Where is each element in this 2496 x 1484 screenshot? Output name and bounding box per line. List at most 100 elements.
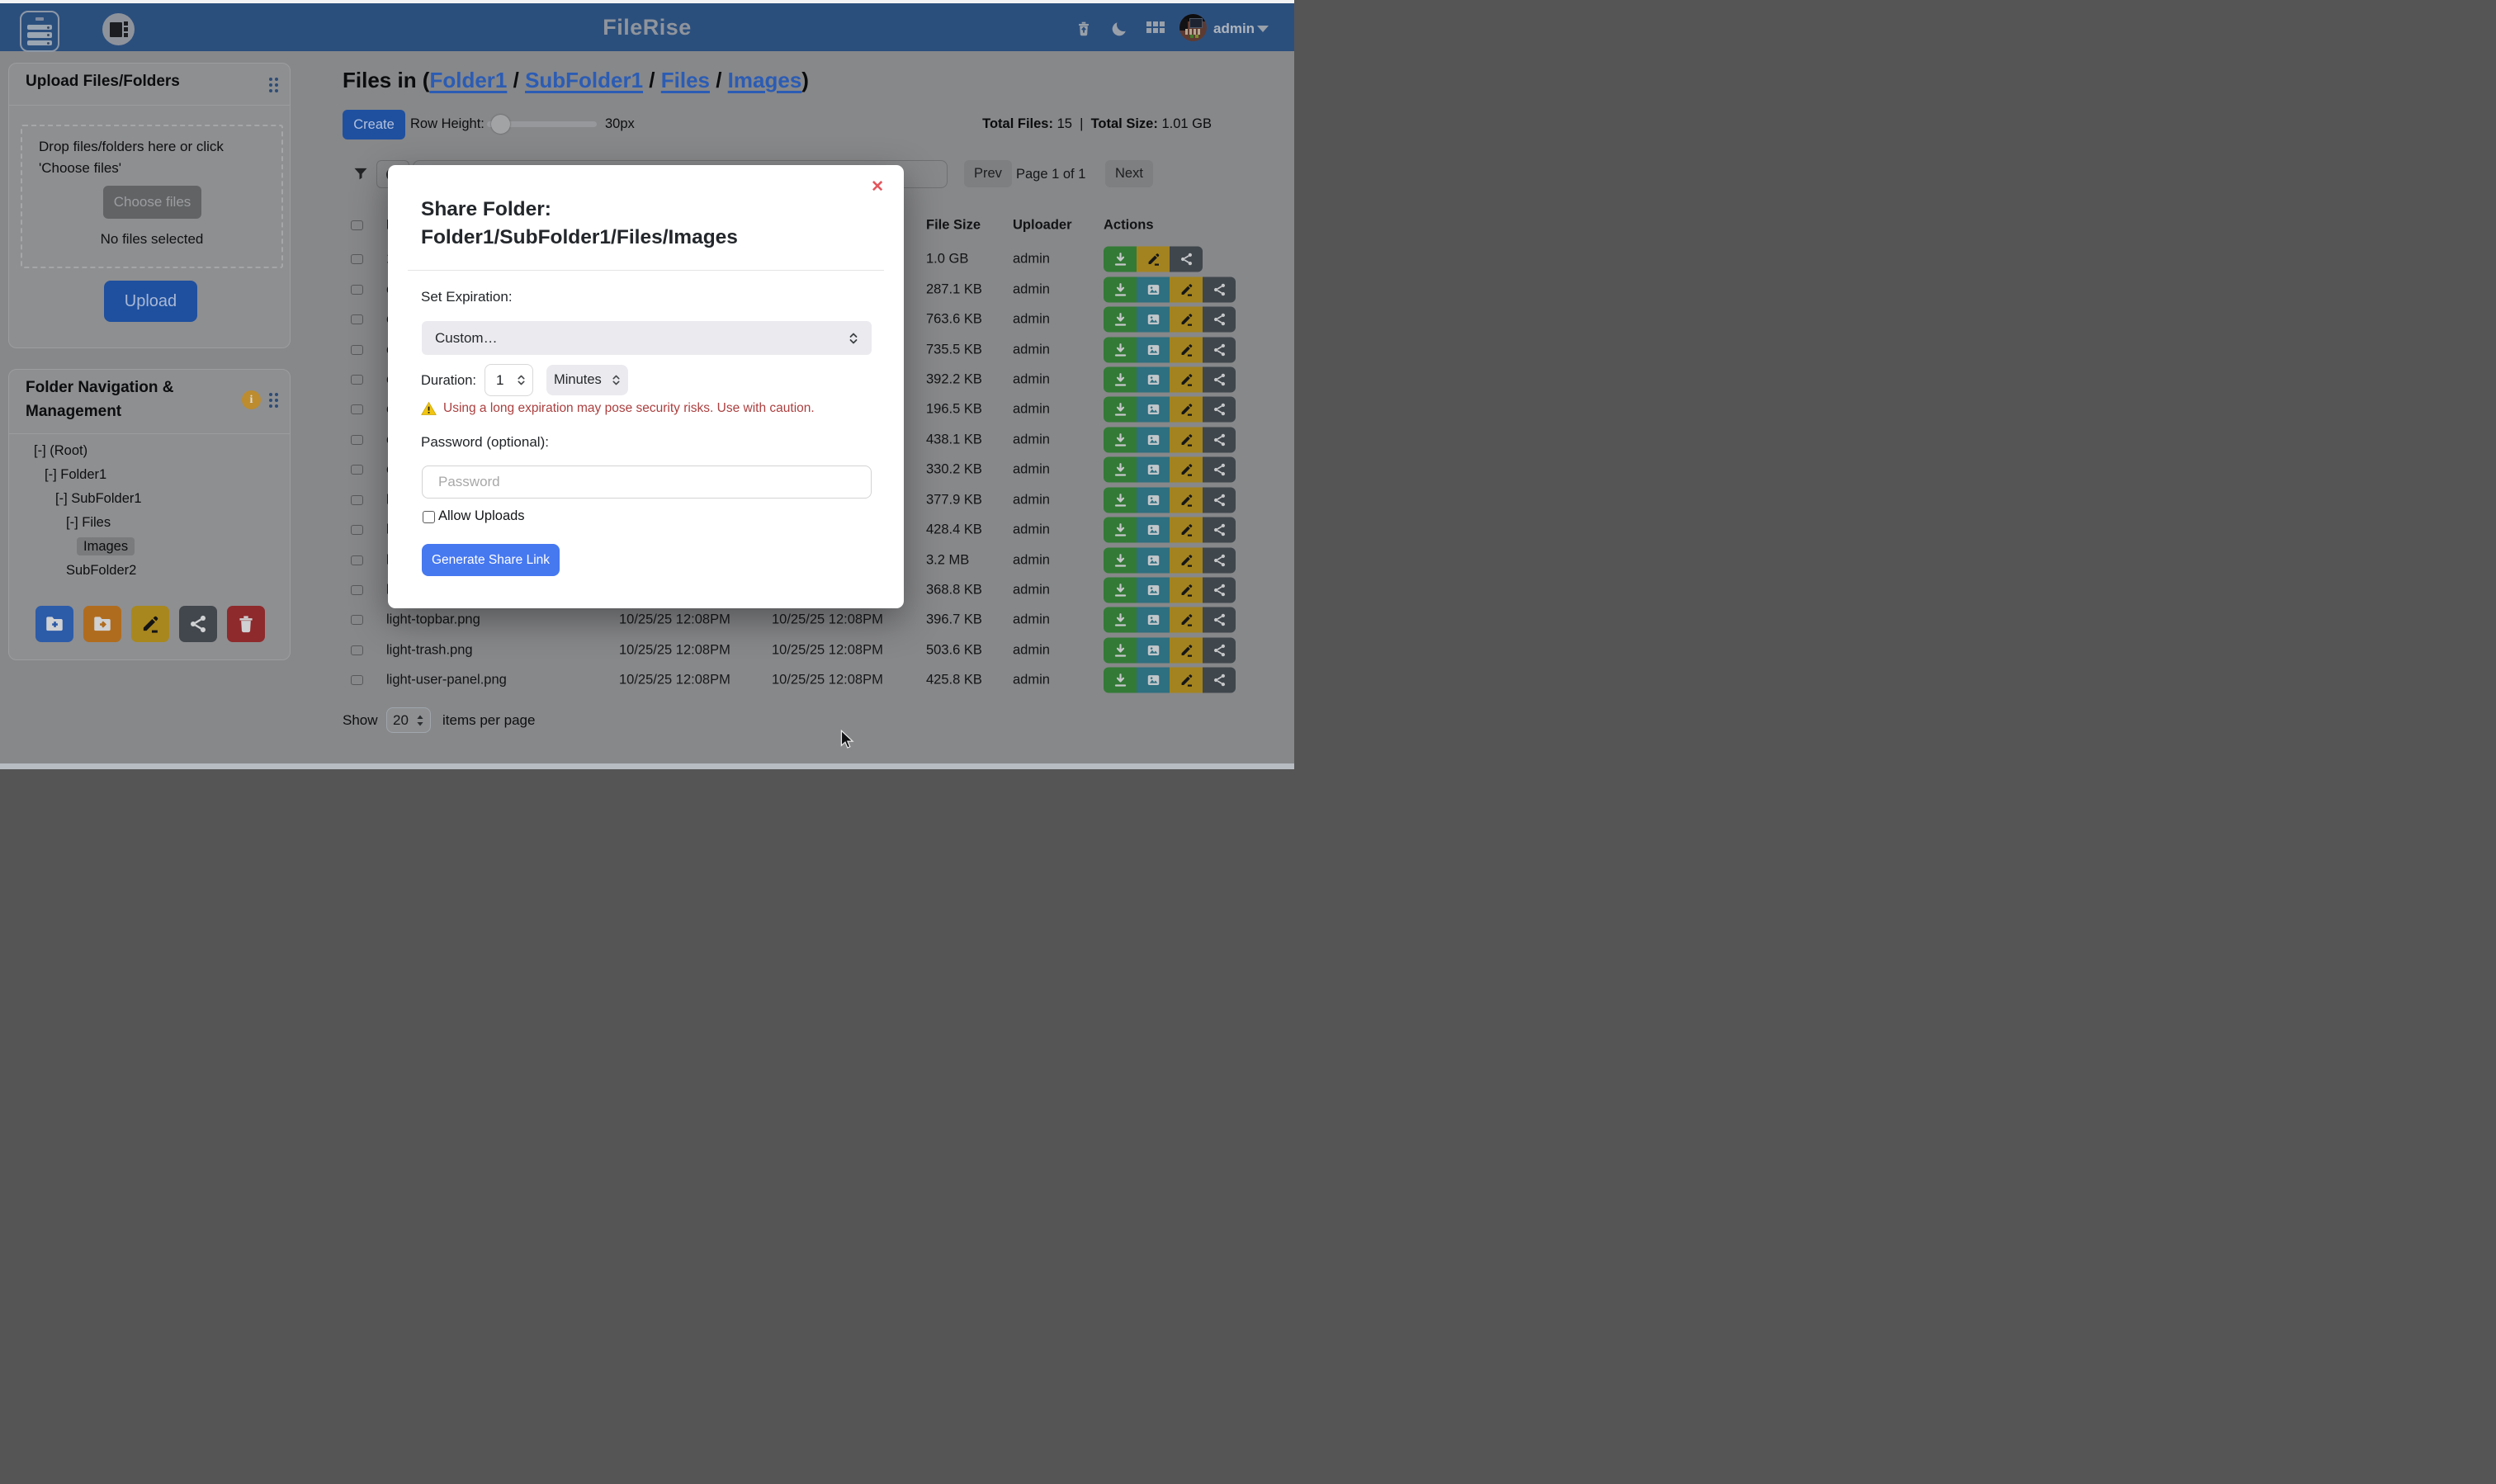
allow-uploads-checkbox[interactable] (423, 511, 435, 523)
expiration-select[interactable]: Custom… (422, 321, 872, 355)
number-stepper-icon[interactable] (517, 373, 526, 387)
rename-action-button[interactable] (1170, 637, 1203, 663)
preview-action-button[interactable] (1137, 547, 1170, 573)
preview-action-button[interactable] (1137, 397, 1170, 423)
share-action-button[interactable] (1203, 578, 1236, 603)
preview-action-button[interactable] (1137, 668, 1170, 693)
share-action-button[interactable] (1203, 607, 1236, 633)
column-file-size[interactable]: File Size (926, 218, 981, 234)
row-checkbox[interactable] (351, 435, 363, 445)
preview-action-button[interactable] (1137, 366, 1170, 392)
rename-action-button[interactable] (1170, 397, 1203, 423)
delete-folder-button[interactable] (227, 606, 265, 642)
drag-handle-icon[interactable] (269, 78, 278, 92)
duration-unit-select[interactable]: Minutes (546, 365, 628, 395)
file-name[interactable]: light-user-panel.png (386, 673, 507, 688)
download-action-button[interactable] (1104, 607, 1137, 633)
generate-share-link-button[interactable]: Generate Share Link (422, 544, 560, 576)
tree-item[interactable]: [-] (Root) (17, 439, 281, 463)
download-action-button[interactable] (1104, 487, 1137, 513)
column-uploader[interactable]: Uploader (1013, 218, 1072, 234)
create-folder-button[interactable] (35, 606, 73, 642)
download-action-button[interactable] (1104, 397, 1137, 423)
breadcrumb-link-folder1[interactable]: Folder1 (429, 68, 507, 92)
prev-page-button[interactable]: Prev (964, 160, 1012, 187)
download-action-button[interactable] (1104, 547, 1137, 573)
share-action-button[interactable] (1170, 247, 1203, 272)
row-checkbox[interactable] (351, 645, 363, 655)
rename-action-button[interactable] (1170, 487, 1203, 513)
row-checkbox[interactable] (351, 345, 363, 355)
items-per-page-select[interactable]: 20 (386, 707, 431, 733)
rename-action-button[interactable] (1170, 607, 1203, 633)
tree-item[interactable]: Images (17, 535, 281, 559)
preview-action-button[interactable] (1137, 578, 1170, 603)
preview-action-button[interactable] (1137, 607, 1170, 633)
breadcrumb-link-images[interactable]: Images (728, 68, 802, 92)
download-action-button[interactable] (1104, 337, 1137, 362)
row-checkbox[interactable] (351, 585, 363, 595)
file-name[interactable]: light-topbar.png (386, 612, 480, 628)
file-name[interactable]: light-trash.png (386, 642, 473, 658)
trash-restore-icon[interactable] (1075, 20, 1093, 38)
allow-uploads-label[interactable]: Allow Uploads (438, 508, 525, 524)
download-action-button[interactable] (1104, 637, 1137, 663)
dark-mode-moon-icon[interactable] (1110, 20, 1128, 38)
download-action-button[interactable] (1104, 307, 1137, 333)
rename-action-button[interactable] (1170, 276, 1203, 302)
rename-action-button[interactable] (1170, 337, 1203, 362)
avatar[interactable] (1179, 14, 1207, 41)
info-icon[interactable]: i (242, 390, 261, 409)
row-checkbox[interactable] (351, 314, 363, 324)
rename-action-button[interactable] (1170, 457, 1203, 483)
rename-action-button[interactable] (1170, 366, 1203, 392)
breadcrumb-link-subfolder1[interactable]: SubFolder1 (525, 68, 643, 92)
share-action-button[interactable] (1203, 668, 1236, 693)
preview-action-button[interactable] (1137, 307, 1170, 333)
username-label[interactable]: admin (1213, 21, 1255, 37)
duration-input[interactable]: 1 (485, 364, 533, 396)
download-action-button[interactable] (1104, 518, 1137, 543)
row-checkbox[interactable] (351, 675, 363, 685)
download-action-button[interactable] (1104, 457, 1137, 483)
user-caret-icon[interactable] (1257, 26, 1269, 32)
preview-action-button[interactable] (1137, 518, 1170, 543)
password-field[interactable] (422, 466, 872, 499)
upload-button[interactable]: Upload (104, 281, 197, 322)
move-folder-button[interactable] (83, 606, 121, 642)
preview-action-button[interactable] (1137, 457, 1170, 483)
row-checkbox[interactable] (351, 465, 363, 475)
create-button[interactable]: Create (343, 110, 405, 139)
select-all-checkbox[interactable] (351, 220, 363, 230)
share-action-button[interactable] (1203, 337, 1236, 362)
close-icon[interactable]: ✕ (871, 177, 884, 196)
choose-files-button[interactable]: Choose files (103, 186, 201, 219)
row-checkbox[interactable] (351, 555, 363, 565)
share-action-button[interactable] (1203, 487, 1236, 513)
row-checkbox[interactable] (351, 404, 363, 414)
tree-item[interactable]: SubFolder2 (17, 559, 281, 583)
preview-action-button[interactable] (1137, 427, 1170, 452)
preview-action-button[interactable] (1137, 487, 1170, 513)
share-action-button[interactable] (1203, 427, 1236, 452)
rename-folder-button[interactable] (131, 606, 169, 642)
share-action-button[interactable] (1203, 518, 1236, 543)
download-action-button[interactable] (1104, 276, 1137, 302)
share-action-button[interactable] (1203, 637, 1236, 663)
share-folder-button[interactable] (179, 606, 217, 642)
row-checkbox[interactable] (351, 525, 363, 535)
share-action-button[interactable] (1203, 276, 1236, 302)
share-action-button[interactable] (1203, 457, 1236, 483)
row-checkbox[interactable] (351, 285, 363, 295)
share-action-button[interactable] (1203, 547, 1236, 573)
download-action-button[interactable] (1104, 578, 1137, 603)
row-checkbox[interactable] (351, 375, 363, 385)
download-action-button[interactable] (1104, 427, 1137, 452)
rename-action-button[interactable] (1170, 427, 1203, 452)
filter-icon[interactable] (352, 165, 369, 182)
rename-action-button[interactable] (1170, 547, 1203, 573)
drag-handle-icon[interactable] (269, 393, 278, 408)
tree-item[interactable]: [-] Folder1 (17, 463, 281, 487)
row-checkbox[interactable] (351, 495, 363, 505)
tree-item[interactable]: [-] Files (17, 511, 281, 535)
